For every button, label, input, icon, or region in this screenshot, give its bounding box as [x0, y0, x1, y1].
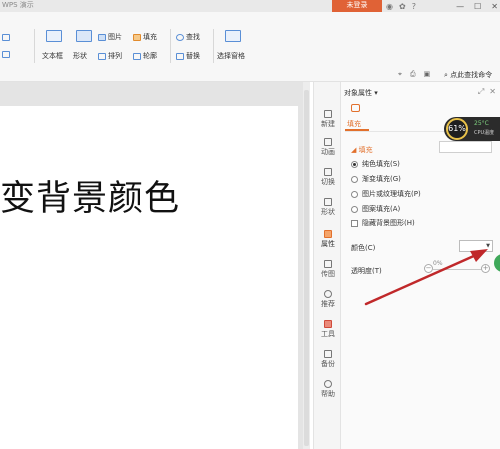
- annotation-arrow: [364, 249, 488, 306]
